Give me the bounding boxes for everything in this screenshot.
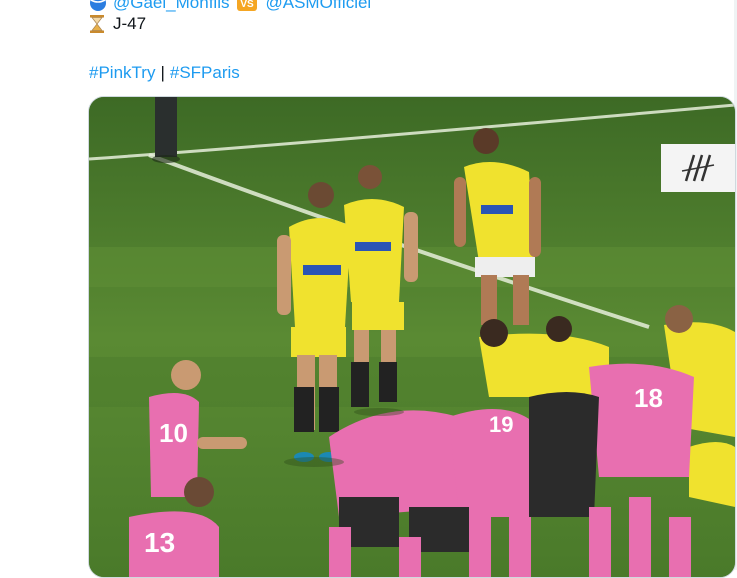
mention-asm-officiel[interactable]: @ASMOfficiel — [265, 0, 371, 13]
tennis-ball-emoji-icon — [89, 0, 107, 12]
countdown-text: J-47 — [113, 14, 147, 33]
hourglass-emoji-icon — [89, 14, 105, 34]
mention-gael-monfils[interactable]: @Gael_Monfils — [113, 0, 229, 13]
hashtag-sfparis[interactable]: #SFParis — [170, 63, 240, 83]
jersey-number: 10 — [159, 418, 188, 448]
jersey-number: 18 — [634, 383, 663, 413]
tweet-countdown-line: J-47 — [89, 13, 146, 35]
tweet-mentions-line: @Gael_Monfils VS @ASMOfficiel — [89, 0, 371, 14]
jersey-number: 19 — [489, 412, 513, 437]
jersey-number: 13 — [144, 527, 175, 558]
tweet-video-media[interactable]: 10 13 19 18 — [88, 96, 736, 578]
rugby-scene-image: 10 13 19 18 — [89, 97, 735, 577]
tweet-hashtags-line: #PinkTry | #SFParis — [89, 62, 240, 84]
vs-emoji-icon: VS — [236, 0, 258, 12]
hashtag-pinktry[interactable]: #PinkTry — [89, 63, 155, 83]
stade-francais-logo-watermark — [661, 144, 735, 192]
claw-marks-icon — [681, 154, 715, 182]
svg-text:VS: VS — [241, 0, 255, 10]
hashtag-separator: | — [160, 63, 165, 82]
